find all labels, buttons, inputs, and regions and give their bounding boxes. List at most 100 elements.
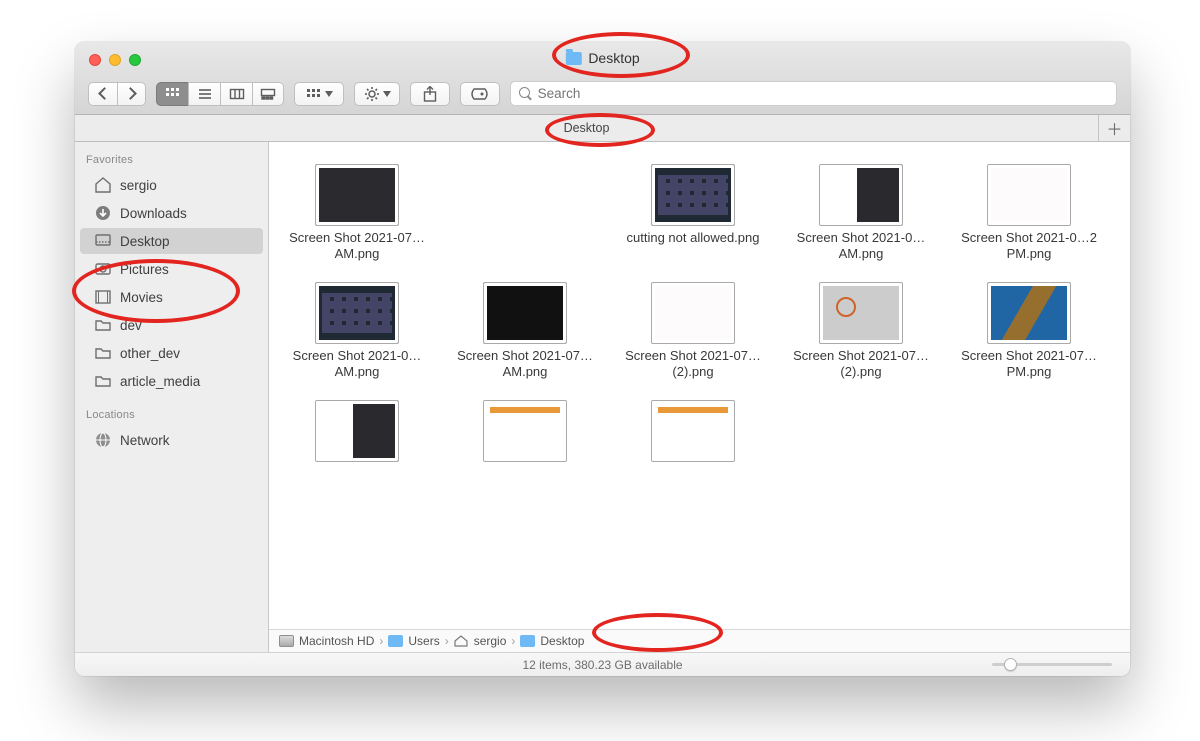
- file-thumbnail: [651, 282, 735, 344]
- file-item[interactable]: Screen Shot 2021-07…AM.png: [449, 282, 601, 384]
- tab-label: Desktop: [564, 121, 610, 135]
- folder-icon: [388, 635, 403, 647]
- sidebar-item-movies[interactable]: Movies: [80, 284, 263, 310]
- new-tab-button[interactable]: ＋: [1098, 115, 1130, 141]
- desktop-icon: [94, 233, 112, 249]
- file-item[interactable]: Screen Shot 2021-07…AM.png: [281, 164, 433, 266]
- chevron-right-icon: [124, 87, 137, 100]
- titlebar: Desktop: [75, 42, 1130, 115]
- sidebar-item-label: sergio: [120, 178, 157, 193]
- view-switcher: [156, 82, 284, 106]
- zoom-button[interactable]: [129, 54, 141, 66]
- window-title: Desktop: [565, 50, 639, 66]
- file-name: Screen Shot 2021-07…AM.png: [450, 348, 600, 384]
- sidebar-item-other-dev[interactable]: other_dev: [80, 340, 263, 366]
- file-thumbnail: [483, 282, 567, 344]
- window-body: Favorites sergio Downloads Desktop Pictu…: [75, 142, 1130, 652]
- tags-button[interactable]: [460, 82, 500, 106]
- chevron-right-icon: ›: [445, 634, 449, 648]
- chevron-down-icon: [383, 91, 391, 97]
- file-name: [450, 466, 600, 502]
- forward-button[interactable]: [117, 82, 146, 106]
- action-button[interactable]: [354, 82, 400, 106]
- search-field[interactable]: [510, 81, 1117, 106]
- file-item[interactable]: cutting not allowed.png: [617, 164, 769, 266]
- file-grid[interactable]: Screen Shot 2021-07…AM.png cutting not al…: [269, 142, 1130, 629]
- file-thumbnail: [315, 282, 399, 344]
- sidebar-item-dev[interactable]: dev: [80, 312, 263, 338]
- downloads-icon: [94, 205, 112, 221]
- grid-icon: [165, 87, 181, 101]
- status-bar: 12 items, 380.23 GB available: [75, 652, 1130, 676]
- finder-window: Desktop: [75, 42, 1130, 676]
- file-thumbnail: [819, 164, 903, 226]
- home-icon: [94, 177, 112, 193]
- file-item[interactable]: Screen Shot 2021-0…AM.png: [785, 164, 937, 266]
- list-icon: [197, 88, 213, 100]
- file-name: [282, 466, 432, 502]
- file-item[interactable]: [449, 400, 601, 502]
- chevron-right-icon: ›: [379, 634, 383, 648]
- share-button[interactable]: [410, 82, 450, 106]
- sidebar-item-label: Movies: [120, 290, 163, 305]
- sidebar-item-label: Network: [120, 433, 170, 448]
- sidebar-item-downloads[interactable]: Downloads: [80, 200, 263, 226]
- folder-icon: [565, 52, 581, 65]
- tag-icon: [470, 87, 490, 101]
- file-item[interactable]: [617, 400, 769, 502]
- sidebar-item-pictures[interactable]: Pictures: [80, 256, 263, 282]
- view-gallery-button[interactable]: [252, 82, 284, 106]
- chevron-left-icon: [98, 87, 111, 100]
- view-icon-button[interactable]: [156, 82, 188, 106]
- file-name: Screen Shot 2021-07…(2).png: [786, 348, 936, 384]
- file-name: cutting not allowed.png: [618, 230, 768, 266]
- path-segment[interactable]: Users: [408, 634, 439, 648]
- file-item[interactable]: Screen Shot 2021-07…(2).png: [617, 282, 769, 384]
- sidebar-item-label: Pictures: [120, 262, 169, 277]
- view-list-button[interactable]: [188, 82, 220, 106]
- chevron-right-icon: ›: [511, 634, 515, 648]
- tab-desktop[interactable]: Desktop: [75, 115, 1098, 141]
- file-item[interactable]: [281, 400, 433, 502]
- file-item[interactable]: Screen Shot 2021-07…(2).png: [785, 282, 937, 384]
- file-item[interactable]: Screen Shot 2021-0…AM.png: [281, 282, 433, 384]
- file-thumbnail: [483, 400, 567, 462]
- path-bar: Macintosh HD › Users › sergio › Desktop: [269, 629, 1130, 652]
- folder-icon: [94, 317, 112, 333]
- window-title-text: Desktop: [588, 50, 639, 66]
- file-thumbnail: [987, 282, 1071, 344]
- close-button[interactable]: [89, 54, 101, 66]
- file-item[interactable]: Screen Shot 2021-0…2 PM.png: [953, 164, 1105, 266]
- path-segment[interactable]: Macintosh HD: [299, 634, 374, 648]
- file-name: Screen Shot 2021-0…AM.png: [282, 348, 432, 384]
- back-button[interactable]: [88, 82, 117, 106]
- file-name: Screen Shot 2021-0…2 PM.png: [954, 230, 1104, 266]
- chevron-down-icon: [325, 91, 333, 97]
- file-thumbnail: [987, 164, 1071, 226]
- icon-size-slider[interactable]: [992, 663, 1112, 666]
- content-area: Screen Shot 2021-07…AM.png cutting not al…: [269, 142, 1130, 652]
- minimize-button[interactable]: [109, 54, 121, 66]
- path-segment[interactable]: sergio: [474, 634, 507, 648]
- sidebar-item-label: other_dev: [120, 346, 180, 361]
- slider-knob[interactable]: [1004, 658, 1017, 671]
- sidebar-section-label: Favorites: [75, 154, 268, 172]
- network-icon: [94, 432, 112, 448]
- path-segment[interactable]: Desktop: [540, 634, 584, 648]
- sidebar-section-locations: Locations Network: [75, 405, 268, 464]
- folder-icon: [94, 373, 112, 389]
- view-column-button[interactable]: [220, 82, 252, 106]
- file-thumbnail: [651, 164, 735, 226]
- sidebar-item-network[interactable]: Network: [80, 427, 263, 453]
- sidebar-section-favorites: Favorites sergio Downloads Desktop Pictu…: [75, 150, 268, 405]
- file-item[interactable]: Screen Shot 2021-07…PM.png: [953, 282, 1105, 384]
- grid-icon: [306, 88, 322, 100]
- share-icon: [423, 86, 437, 102]
- arrange-button[interactable]: [294, 82, 344, 106]
- sidebar-item-desktop[interactable]: Desktop: [80, 228, 263, 254]
- sidebar-item-article-media[interactable]: article_media: [80, 368, 263, 394]
- sidebar-item-home[interactable]: sergio: [80, 172, 263, 198]
- file-thumbnail: [315, 164, 399, 226]
- file-name: Screen Shot 2021-07…AM.png: [282, 230, 432, 266]
- search-input[interactable]: [538, 86, 1116, 101]
